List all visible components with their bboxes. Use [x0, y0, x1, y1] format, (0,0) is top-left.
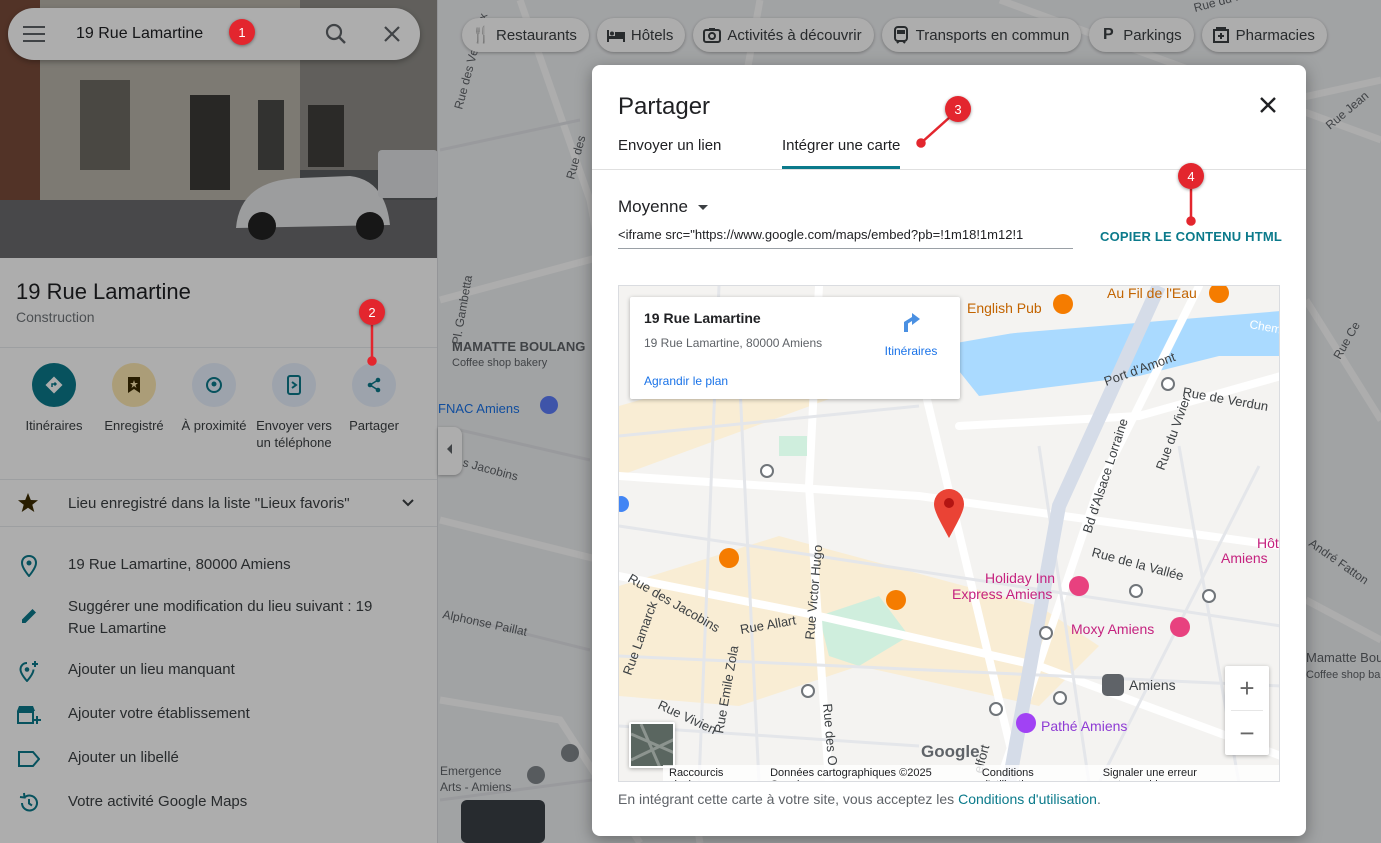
map-data-credit: Données cartographiques ©2025 Google	[770, 767, 932, 781]
bus-stop-icon[interactable]	[1129, 584, 1143, 598]
embed-label-hotel: Hôtel	[1257, 535, 1280, 551]
bus-stop-icon[interactable]	[989, 702, 1003, 716]
embedded-map-preview[interactable]: Port d'Amont Rue de Verdun Rue du Vivier…	[618, 285, 1280, 782]
dialog-title: Partager	[618, 93, 711, 120]
bus-stop-icon[interactable]	[801, 684, 815, 698]
tab-embed-map[interactable]: Intégrer une carte	[782, 137, 901, 169]
annotation-marker-3: 3	[945, 96, 971, 122]
share-tabs: Envoyer un lien Intégrer une carte	[592, 129, 1306, 170]
embed-label-express: Express Amiens	[952, 586, 1052, 602]
annotation-marker-4: 4	[1178, 163, 1204, 189]
tab-send-link[interactable]: Envoyer un lien	[618, 137, 721, 166]
bus-stop-icon[interactable]	[760, 464, 774, 478]
embed-label-au-fil: Au Fil de l'Eau	[1107, 286, 1197, 301]
card-directions-button[interactable]: Itinéraires	[878, 311, 944, 358]
report-error-link[interactable]: Signaler une erreur cartographique	[1103, 767, 1273, 781]
dropdown-arrow-icon	[697, 204, 708, 210]
embed-size-value: Moyenne	[618, 197, 688, 216]
view-larger-map-link[interactable]: Agrandir le plan	[644, 374, 728, 388]
embed-code-field[interactable]: <iframe src="https://www.google.com/maps…	[618, 225, 1073, 249]
directions-arrow-icon	[900, 313, 922, 337]
embed-label-moxy: Moxy Amiens	[1071, 621, 1154, 637]
bus-stop-icon[interactable]	[1161, 377, 1175, 391]
bus-stop-icon[interactable]	[1053, 691, 1067, 705]
terms-link[interactable]: Conditions d'utilisation	[982, 767, 1091, 781]
terms-prefix: En intégrant cette carte à votre site, v…	[618, 791, 959, 807]
bus-stop-icon[interactable]	[1039, 626, 1053, 640]
satellite-layer-toggle[interactable]	[629, 722, 675, 768]
terms-suffix: .	[1096, 791, 1101, 807]
restaurant-icon[interactable]	[886, 590, 906, 610]
place-card: 19 Rue Lamartine 19 Rue Lamartine, 80000…	[630, 297, 960, 399]
cinema-icon[interactable]	[1016, 713, 1036, 733]
embed-label-english-pub: English Pub	[967, 300, 1042, 316]
restaurant-icon[interactable]	[719, 548, 739, 568]
embed-label-holiday: Holiday Inn	[985, 570, 1055, 586]
card-address: 19 Rue Lamartine, 80000 Amiens	[644, 336, 823, 350]
map-attribution: Raccourcis clavier Données cartographiqu…	[663, 765, 1279, 781]
zoom-in-button[interactable]: +	[1225, 666, 1269, 710]
copy-html-button[interactable]: COPIER LE CONTENU HTML	[1100, 229, 1282, 244]
hotel-icon[interactable]	[1069, 576, 1089, 596]
embed-label-pathe: Pathé Amiens	[1041, 718, 1127, 734]
embed-label-amiens: Amiens	[1129, 677, 1176, 693]
card-directions-label: Itinéraires	[884, 344, 938, 358]
annotation-marker-2: 2	[359, 299, 385, 325]
annotation-marker-1: 1	[229, 19, 255, 45]
bus-stop-icon[interactable]	[1202, 589, 1216, 603]
terms-notice: En intégrant cette carte à votre site, v…	[618, 791, 1101, 807]
keyboard-shortcuts-link[interactable]: Raccourcis clavier	[669, 767, 758, 781]
restaurant-icon[interactable]	[1053, 294, 1073, 314]
zoom-controls: + −	[1225, 666, 1269, 755]
google-logo: Google	[921, 742, 980, 761]
hotel-icon[interactable]	[1170, 617, 1190, 637]
terms-of-use-link[interactable]: Conditions d'utilisation	[958, 791, 1097, 807]
train-station-icon[interactable]	[1102, 674, 1124, 696]
close-icon[interactable]	[1254, 91, 1282, 119]
card-title: 19 Rue Lamartine	[644, 310, 761, 326]
embed-label-hotel-2: Amiens	[1221, 550, 1268, 566]
zoom-out-button[interactable]: −	[1225, 711, 1269, 755]
embed-size-select[interactable]: Moyenne	[618, 197, 708, 217]
